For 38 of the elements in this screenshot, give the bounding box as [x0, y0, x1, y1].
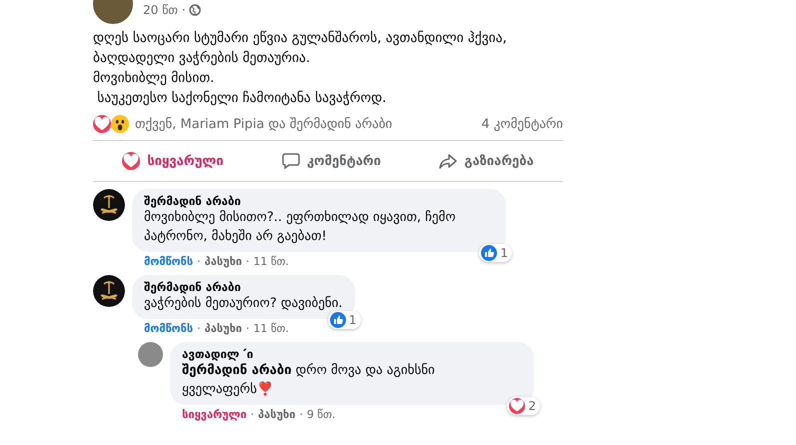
love-action-button[interactable]: სიყვარული: [114, 148, 232, 174]
reply-link[interactable]: პასუხი: [258, 408, 296, 421]
comment-action-button[interactable]: კომენტარი: [274, 148, 389, 174]
reply-link[interactable]: პასუხი: [204, 255, 242, 268]
separator-dot: ·: [246, 255, 250, 268]
reaction-count-badge[interactable]: 2: [507, 397, 540, 415]
post-text: მოვიხიბლე მისით.: [93, 69, 216, 88]
react-link[interactable]: სიყვარული: [182, 408, 247, 421]
reaction-count-badge[interactable]: 1: [479, 244, 512, 262]
separator-dot: ·: [246, 322, 250, 335]
comment-time: 11 წთ.: [253, 322, 289, 335]
separator-dot: ·: [197, 255, 201, 268]
reaction-names[interactable]: თქვენ, Mariam Pipia და შერმადინ არაბი: [135, 116, 482, 132]
comment-text: მოვიხიბლე მისითო?.. ეფრთხილად იყავით, ჩემო პატრონო, მახეში არ გაებათ!: [144, 209, 457, 246]
comment-time: 11 წთ.: [253, 255, 289, 268]
separator-dot: ·: [197, 322, 201, 335]
comment-author[interactable]: ავთადილ ՛ი: [182, 347, 522, 361]
share-arrow-icon: [439, 152, 458, 170]
post-text: ბაღდადელი ვაჭრების მეთაურია.: [93, 49, 312, 68]
comment-count[interactable]: 4 კომენტარი: [481, 116, 563, 132]
share-action-button[interactable]: გაზიარება: [431, 148, 542, 174]
reaction-count-badge[interactable]: 1: [328, 311, 360, 329]
reply-link[interactable]: პასუხი: [204, 322, 242, 335]
comment-author[interactable]: შერმადინ არაბი: [144, 194, 494, 208]
comment-text: შერმადინ არაბი დრო მოვა და აგიხსნი ყველაფერს❣: [182, 362, 436, 399]
post-time: 20 წთ ·: [143, 3, 186, 17]
comment-text: ვაჭრების მეთაურიო? დავიბენი.: [144, 295, 342, 313]
react-link[interactable]: მომწონს: [144, 255, 194, 268]
separator-dot: ·: [299, 408, 303, 421]
comment-time: 9 წთ.: [306, 408, 336, 421]
speech-bubble-icon: [282, 152, 300, 170]
post-text: საუკეთესო საქონელი ჩამოიტანა სავაჭროდ.: [96, 89, 388, 108]
comment-author[interactable]: შერმადინ არაბი: [144, 280, 342, 294]
heart-icon: [122, 152, 140, 170]
react-link[interactable]: მომწონს: [144, 322, 194, 335]
globe-icon: [188, 4, 201, 16]
separator-dot: ·: [250, 408, 254, 421]
post-text: დღეს საოცარი სტუმარი ეწვია გულანშაროს, ავთანდილი ჰქვია,: [93, 29, 508, 48]
